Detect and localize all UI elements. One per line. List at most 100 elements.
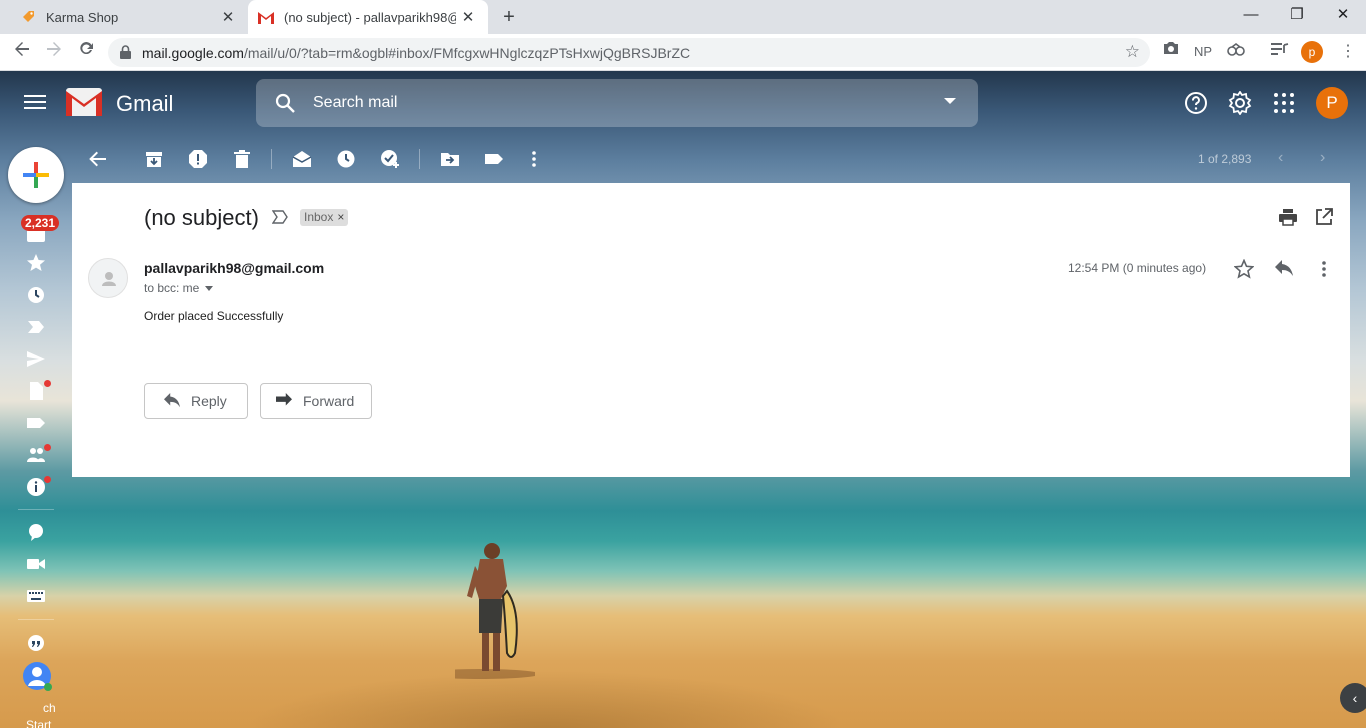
bookmark-star-icon[interactable]: ☆ (1125, 42, 1140, 62)
print-icon[interactable] (1278, 207, 1298, 227)
label-chip-text: Inbox (304, 210, 334, 224)
message-toolbar: 1 of 2,893 ‹ › (72, 135, 1350, 183)
hangouts-quote-icon[interactable] (26, 633, 46, 653)
remove-label-icon[interactable]: × (337, 210, 344, 224)
toolbar-divider (271, 149, 272, 169)
search-input[interactable]: Search mail (313, 94, 397, 112)
open-in-new-window-icon[interactable] (1314, 207, 1334, 227)
message-view: (no subject) Inbox × pallavparikh98@gmail… (72, 183, 1350, 477)
tab-title: (no subject) - pallavparikh98@gm (284, 9, 456, 25)
report-spam-icon[interactable] (188, 149, 208, 169)
recipients-text: to bcc: me (144, 281, 200, 295)
important-icon[interactable] (26, 317, 46, 337)
meet-new-meeting-icon[interactable] (26, 522, 46, 542)
close-tab-icon[interactable]: ✕ (456, 8, 480, 26)
show-details-caret-icon[interactable] (205, 286, 214, 292)
url-text: mail.google.com/mail/u/0/?tab=rm&ogbl#in… (142, 45, 690, 61)
reply-arrow-icon (164, 393, 180, 408)
label-icon[interactable] (26, 413, 46, 433)
lock-icon (120, 45, 131, 59)
window-close-button[interactable]: ✕ (1320, 0, 1366, 34)
camera-extension-icon[interactable] (1160, 40, 1182, 64)
star-icon[interactable] (1234, 259, 1254, 279)
rail-start-label[interactable]: Start (26, 718, 51, 728)
restore-button[interactable]: ❐ (1274, 0, 1320, 34)
gmail-app: Gmail Search mail P 2,231 ch Start 1 of … (0, 71, 1366, 728)
new-tab-button[interactable]: + (498, 6, 520, 28)
reply-button-label: Reply (191, 393, 227, 409)
snoozed-clock-icon[interactable] (26, 285, 46, 305)
unread-count-badge: 2,231 (21, 215, 60, 231)
drafts-icon[interactable] (26, 381, 46, 401)
forward-button-label: Forward (303, 393, 355, 409)
back-icon[interactable] (9, 39, 35, 65)
browser-profile-avatar[interactable]: p (1301, 41, 1323, 63)
compose-plus-icon (23, 162, 49, 188)
message-subject: (no subject) (144, 205, 259, 230)
rail-divider (18, 509, 54, 510)
karma-shop-favicon-icon (20, 9, 36, 25)
message-body: Order placed Successfully (144, 309, 284, 323)
more-options-icon[interactable] (524, 149, 544, 169)
gmail-favicon-icon (258, 9, 274, 25)
cloud-extension-icon[interactable] (1224, 40, 1248, 64)
rail-user-label: ch (43, 701, 56, 715)
message-pager-count: 1 of 2,893 (1198, 152, 1252, 166)
reload-icon[interactable] (73, 39, 99, 65)
video-camera-icon[interactable] (26, 554, 46, 574)
background-surfer-image (455, 543, 535, 679)
settings-gear-icon[interactable] (1228, 91, 1252, 115)
search-icon[interactable] (274, 92, 296, 114)
reply-icon[interactable] (1274, 259, 1294, 279)
forward-button[interactable]: Forward (260, 383, 372, 419)
search-mail-bar[interactable]: Search mail (256, 79, 978, 127)
close-tab-icon[interactable]: ✕ (216, 8, 240, 26)
account-avatar[interactable]: P (1316, 87, 1348, 119)
sent-icon[interactable] (26, 349, 46, 369)
delete-trash-icon[interactable] (232, 149, 252, 169)
browser-menu-icon[interactable]: ⋮ (1338, 40, 1358, 64)
google-apps-grid-icon[interactable] (1272, 91, 1296, 115)
default-person-icon (102, 272, 116, 286)
move-to-icon[interactable] (440, 149, 460, 169)
tab-gmail-message[interactable]: (no subject) - pallavparikh98@gm ✕ (248, 0, 488, 34)
minimize-button[interactable]: — (1228, 0, 1274, 34)
compose-button[interactable] (8, 147, 64, 203)
help-icon[interactable] (1184, 91, 1208, 115)
starred-icon[interactable] (26, 253, 46, 273)
sender-email[interactable]: pallavparikh98@gmail.com (144, 260, 324, 276)
recipients-line[interactable]: to bcc: me (144, 281, 214, 295)
labels-icon[interactable] (484, 149, 504, 169)
archive-icon[interactable] (144, 149, 164, 169)
tab-karma-shop[interactable]: Karma Shop ✕ (8, 0, 248, 34)
message-more-options-icon[interactable] (1314, 259, 1334, 279)
address-bar[interactable]: mail.google.com/mail/u/0/?tab=rm&ogbl#in… (108, 38, 1150, 67)
url-host: mail.google.com (142, 45, 244, 61)
back-to-inbox-icon[interactable] (88, 149, 108, 169)
reply-button[interactable]: Reply (144, 383, 248, 419)
np-extension-icon[interactable]: NP (1191, 40, 1215, 64)
browser-tabstrip: Karma Shop ✕ (no subject) - pallavparikh… (0, 0, 1366, 34)
updates-info-icon[interactable] (26, 477, 46, 497)
importance-marker-icon[interactable] (272, 210, 288, 224)
snooze-clock-icon[interactable] (336, 149, 356, 169)
newer-chevron-icon[interactable]: ‹ (1278, 149, 1283, 167)
social-people-icon[interactable] (26, 445, 46, 465)
forward-icon[interactable] (41, 39, 67, 65)
hangouts-user-avatar-icon[interactable] (22, 661, 52, 691)
search-options-icon[interactable] (944, 98, 956, 104)
add-to-tasks-icon[interactable] (380, 149, 400, 169)
updates-notification-dot (44, 476, 51, 483)
side-panel-toggle-icon[interactable]: ‹ (1340, 683, 1366, 713)
older-chevron-icon[interactable]: › (1320, 149, 1325, 167)
social-notification-dot (44, 444, 51, 451)
message-timestamp: 12:54 PM (0 minutes ago) (1068, 261, 1207, 275)
url-path: /mail/u/0/?tab=rm&ogbl#inbox/FMfcgxwHNgl… (243, 45, 691, 61)
mark-as-unread-icon[interactable] (292, 149, 312, 169)
inbox-label-chip: Inbox × (300, 209, 349, 226)
forward-arrow-icon (276, 393, 292, 406)
main-menu-icon[interactable] (24, 91, 46, 115)
media-control-icon[interactable] (1268, 40, 1292, 64)
keyboard-icon[interactable] (26, 586, 46, 606)
toolbar-divider (419, 149, 420, 169)
